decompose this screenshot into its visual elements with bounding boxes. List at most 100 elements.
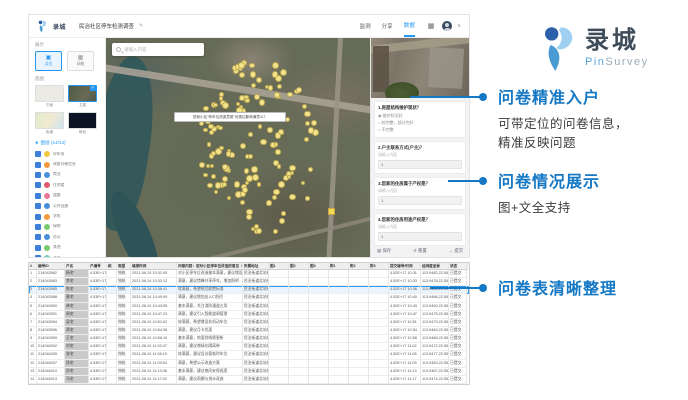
table-row[interactable]: 10214044002刘宅4.53E+17独栋2021-06-24 11:02:… [29,343,469,351]
survey-point[interactable] [236,102,240,106]
survey-point[interactable] [257,182,262,187]
survey-point[interactable] [304,137,309,142]
layer-item[interactable]: 学校 [35,211,99,221]
survey-point[interactable] [311,120,317,126]
survey-point[interactable] [207,183,213,189]
survey-point[interactable] [222,164,228,170]
survey-point[interactable] [206,164,210,168]
table-row[interactable]: 2214043983李宅4.53E+17独栋2021-06-24 10:33:1… [29,278,469,286]
survey-point[interactable] [274,92,279,97]
survey-point[interactable] [222,182,227,187]
basemap-thumb[interactable]: 暗色 [68,112,97,135]
table-row[interactable]: 9214043999王宅4.53E+17独栋2021-06-24 10:58:1… [29,335,469,343]
table-row[interactable]: 6214043991周宅4.53E+17独栋2021-06-24 10:47:2… [29,311,469,319]
survey-point[interactable] [280,69,287,76]
survey-point[interactable] [248,132,253,137]
layer-checkbox-icon[interactable] [35,214,41,220]
survey-point[interactable] [199,162,205,168]
radio-option[interactable]: ○ 较完整，部分完好 [378,120,462,127]
survey-point[interactable] [211,174,216,179]
layer-item[interactable]: 其他 [35,243,99,253]
basemap-thumb[interactable]: 卫星 [68,85,97,108]
basemap-thumb[interactable]: 街道 [35,112,64,135]
user-avatar[interactable] [442,21,452,31]
survey-point[interactable] [251,166,258,173]
survey-point[interactable] [289,194,296,201]
layer-checkbox-icon[interactable] [35,162,41,168]
survey-point[interactable] [252,174,259,181]
layer-checkbox-icon[interactable] [35,224,41,230]
survey-point[interactable] [209,130,214,135]
apps-grid-icon[interactable]: ▦ [428,22,435,30]
survey-point[interactable] [289,165,296,172]
layer-checkbox-icon[interactable] [35,193,41,199]
survey-point[interactable] [218,126,223,131]
layer-item[interactable]: 办公 [35,232,99,242]
survey-point[interactable] [242,187,248,193]
survey-point[interactable] [222,102,229,109]
survey-point[interactable] [266,200,271,205]
layer-item[interactable]: 绿地 [35,222,99,232]
layer-checkbox-icon[interactable] [35,203,41,209]
survey-point[interactable] [246,175,253,182]
survey-point[interactable] [240,200,245,205]
layer-item[interactable]: 注释 [35,253,99,257]
survey-point[interactable] [267,127,273,133]
table-row[interactable]: 3214043985陈宅4.53E+17独栋2021-06-24 10:36:4… [29,286,469,294]
layer-checkbox-icon[interactable] [35,172,41,178]
survey-point[interactable] [234,181,241,188]
survey-point[interactable] [250,71,256,77]
survey-point[interactable] [219,146,224,151]
table-row[interactable]: 1214043982杨宅4.53E+17独栋2021-06-24 10:31:0… [29,270,469,278]
survey-point[interactable] [287,175,292,180]
survey-point[interactable] [305,121,310,126]
survey-point[interactable] [287,92,293,98]
survey-point[interactable] [277,84,283,90]
layer-checkbox-icon[interactable] [35,245,41,251]
survey-point[interactable] [260,139,267,146]
table-row[interactable]: 4214043988黄宅4.53E+17独栋2021-06-24 10:40:0… [29,294,469,302]
table-row[interactable]: 14214044013马宅4.53E+17独栋2021-06-24 11:17:… [29,376,469,384]
layer-item[interactable]: 道路 [35,191,99,201]
chevron-down-icon[interactable]: ∨ [457,23,461,29]
survey-point[interactable] [274,142,279,147]
survey-point[interactable] [222,176,228,182]
survey-point[interactable] [308,127,314,133]
survey-point[interactable] [251,83,257,89]
layer-item[interactable]: 停车场 [35,149,99,159]
survey-point[interactable] [208,124,213,129]
radio-option[interactable]: ○ 不完整 [378,127,462,134]
form-action-button[interactable]: ▤ 保存 [377,248,391,254]
survey-point[interactable] [256,77,262,83]
survey-point[interactable] [213,103,218,108]
survey-point[interactable] [210,164,214,168]
survey-point[interactable] [278,181,285,188]
survey-point[interactable] [304,111,311,118]
survey-point[interactable] [273,229,278,234]
survey-point[interactable] [244,168,250,174]
survey-point[interactable] [277,164,282,169]
survey-point[interactable] [272,195,277,200]
app-nav-item[interactable]: 监测 [360,15,371,37]
answer-input[interactable]: 1 [378,196,462,205]
app-nav-item[interactable]: 数据 [404,15,415,37]
layer-checkbox-icon[interactable] [35,234,41,240]
display-mode-option[interactable]: ▦网格 [67,51,94,71]
table-row[interactable]: 11214044005张宅4.53E+17独栋2021-06-24 11:06:… [29,351,469,359]
survey-point[interactable] [251,227,255,231]
survey-point[interactable] [239,72,245,78]
survey-point[interactable] [308,167,313,172]
survey-point[interactable] [256,228,262,234]
app-nav-item[interactable]: 分享 [382,15,393,37]
survey-point[interactable] [265,85,269,89]
survey-point[interactable] [246,214,252,220]
survey-point[interactable] [248,154,253,159]
survey-point[interactable] [290,171,295,176]
survey-point[interactable] [203,173,207,177]
survey-point[interactable] [227,196,231,200]
survey-point[interactable] [302,104,307,109]
survey-point[interactable] [259,99,265,105]
table-row[interactable]: 8214043996郑宅4.53E+17独栋2021-06-24 10:54:3… [29,327,469,335]
survey-point[interactable] [301,181,305,185]
survey-point[interactable] [203,128,208,133]
